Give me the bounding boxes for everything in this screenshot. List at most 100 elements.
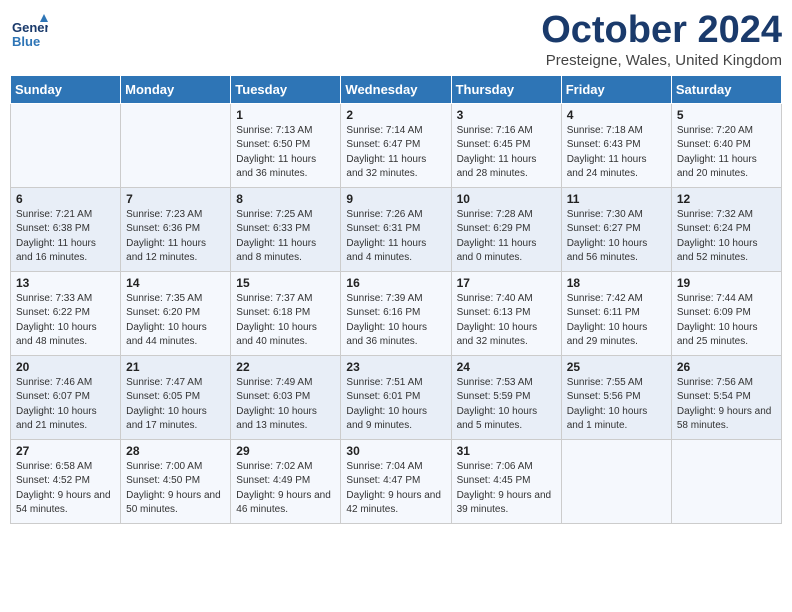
day-info: Sunrise: 7:33 AM Sunset: 6:22 PM Dayligh…	[16, 292, 115, 350]
day-number: 30	[346, 444, 445, 458]
calendar-cell: 25 Sunrise: 7:55 AM Sunset: 5:56 PM Dayli…	[561, 355, 671, 439]
day-info: Sunrise: 7:00 AM Sunset: 4:50 PM Dayligh…	[126, 460, 225, 518]
svg-text:General: General	[12, 20, 48, 35]
day-info: Sunrise: 7:37 AM Sunset: 6:18 PM Dayligh…	[236, 292, 335, 350]
day-info: Sunrise: 7:02 AM Sunset: 4:49 PM Dayligh…	[236, 460, 335, 518]
day-number: 31	[457, 444, 556, 458]
day-info: Sunrise: 7:35 AM Sunset: 6:20 PM Dayligh…	[126, 292, 225, 350]
day-info: Sunrise: 7:40 AM Sunset: 6:13 PM Dayligh…	[457, 292, 556, 350]
day-number: 23	[346, 360, 445, 374]
day-info: Sunrise: 7:32 AM Sunset: 6:24 PM Dayligh…	[677, 208, 776, 266]
weekday-header: Tuesday	[231, 75, 341, 103]
calendar-cell: 19 Sunrise: 7:44 AM Sunset: 6:09 PM Dayli…	[671, 271, 781, 355]
calendar-cell: 10Sunrise: 7:28 AM Sunset: 6:29 PM Dayli…	[451, 187, 561, 271]
day-number: 12	[677, 192, 776, 206]
calendar-cell: 31 Sunrise: 7:06 AM Sunset: 4:45 PM Dayli…	[451, 439, 561, 523]
calendar-cell: 21Sunrise: 7:47 AM Sunset: 6:05 PM Dayli…	[121, 355, 231, 439]
day-number: 16	[346, 276, 445, 290]
calendar-cell: 15 Sunrise: 7:37 AM Sunset: 6:18 PM Dayli…	[231, 271, 341, 355]
weekday-header: Thursday	[451, 75, 561, 103]
calendar-table: SundayMondayTuesdayWednesdayThursdayFrid…	[10, 75, 782, 524]
calendar-cell: 1 Sunrise: 7:13 AM Sunset: 6:50 PM Daylig…	[231, 103, 341, 187]
day-number: 7	[126, 192, 225, 206]
day-info: Sunrise: 7:26 AM Sunset: 6:31 PM Dayligh…	[346, 208, 445, 266]
day-info: Sunrise: 7:21 AM Sunset: 6:38 PM Dayligh…	[16, 208, 115, 266]
day-info: Sunrise: 7:51 AM Sunset: 6:01 PM Dayligh…	[346, 376, 445, 434]
calendar-cell	[561, 439, 671, 523]
day-number: 5	[677, 108, 776, 122]
day-info: Sunrise: 7:20 AM Sunset: 6:40 PM Dayligh…	[677, 124, 776, 182]
location-subtitle: Presteigne, Wales, United Kingdom	[541, 52, 782, 69]
calendar-cell	[121, 103, 231, 187]
day-number: 4	[567, 108, 666, 122]
day-info: Sunrise: 7:16 AM Sunset: 6:45 PM Dayligh…	[457, 124, 556, 182]
calendar-cell: 20 Sunrise: 7:46 AM Sunset: 6:07 PM Dayli…	[11, 355, 121, 439]
day-info: Sunrise: 6:58 AM Sunset: 4:52 PM Dayligh…	[16, 460, 115, 518]
day-number: 6	[16, 192, 115, 206]
day-info: Sunrise: 7:46 AM Sunset: 6:07 PM Dayligh…	[16, 376, 115, 434]
calendar-cell: 28Sunrise: 7:00 AM Sunset: 4:50 PM Dayli…	[121, 439, 231, 523]
calendar-cell: 16 Sunrise: 7:39 AM Sunset: 6:16 PM Dayli…	[341, 271, 451, 355]
day-info: Sunrise: 7:18 AM Sunset: 6:43 PM Dayligh…	[567, 124, 666, 182]
day-number: 22	[236, 360, 335, 374]
day-number: 17	[457, 276, 556, 290]
calendar-cell: 24 Sunrise: 7:53 AM Sunset: 5:59 PM Dayli…	[451, 355, 561, 439]
day-info: Sunrise: 7:04 AM Sunset: 4:47 PM Dayligh…	[346, 460, 445, 518]
day-number: 25	[567, 360, 666, 374]
day-number: 26	[677, 360, 776, 374]
calendar-cell	[671, 439, 781, 523]
day-number: 19	[677, 276, 776, 290]
calendar-cell: 14 Sunrise: 7:35 AM Sunset: 6:20 PM Dayli…	[121, 271, 231, 355]
day-number: 8	[236, 192, 335, 206]
day-info: Sunrise: 7:39 AM Sunset: 6:16 PM Dayligh…	[346, 292, 445, 350]
calendar-cell: 22 Sunrise: 7:49 AM Sunset: 6:03 PM Dayli…	[231, 355, 341, 439]
day-info: Sunrise: 7:14 AM Sunset: 6:47 PM Dayligh…	[346, 124, 445, 182]
day-info: Sunrise: 7:49 AM Sunset: 6:03 PM Dayligh…	[236, 376, 335, 434]
day-info: Sunrise: 7:42 AM Sunset: 6:11 PM Dayligh…	[567, 292, 666, 350]
weekday-header: Monday	[121, 75, 231, 103]
day-number: 11	[567, 192, 666, 206]
day-number: 3	[457, 108, 556, 122]
calendar-cell: 13 Sunrise: 7:33 AM Sunset: 6:22 PM Dayli…	[11, 271, 121, 355]
calendar-cell: 30 Sunrise: 7:04 AM Sunset: 4:47 PM Dayli…	[341, 439, 451, 523]
weekday-header: Friday	[561, 75, 671, 103]
calendar-cell: 17 Sunrise: 7:40 AM Sunset: 6:13 PM Dayli…	[451, 271, 561, 355]
calendar-cell: 12 Sunrise: 7:32 AM Sunset: 6:24 PM Dayli…	[671, 187, 781, 271]
day-number: 15	[236, 276, 335, 290]
calendar-cell: 11 Sunrise: 7:30 AM Sunset: 6:27 PM Dayli…	[561, 187, 671, 271]
logo: General Blue	[10, 10, 50, 52]
day-info: Sunrise: 7:44 AM Sunset: 6:09 PM Dayligh…	[677, 292, 776, 350]
day-number: 1	[236, 108, 335, 122]
day-info: Sunrise: 7:56 AM Sunset: 5:54 PM Dayligh…	[677, 376, 776, 434]
day-number: 14	[126, 276, 225, 290]
svg-text:Blue: Blue	[12, 34, 40, 49]
day-number: 21	[126, 360, 225, 374]
day-number: 18	[567, 276, 666, 290]
calendar-cell: 4 Sunrise: 7:18 AM Sunset: 6:43 PM Daylig…	[561, 103, 671, 187]
calendar-cell: 29 Sunrise: 7:02 AM Sunset: 4:49 PM Dayli…	[231, 439, 341, 523]
day-info: Sunrise: 7:13 AM Sunset: 6:50 PM Dayligh…	[236, 124, 335, 182]
day-number: 20	[16, 360, 115, 374]
calendar-cell: 23 Sunrise: 7:51 AM Sunset: 6:01 PM Dayli…	[341, 355, 451, 439]
logo-icon: General Blue	[10, 14, 48, 52]
day-number: 24	[457, 360, 556, 374]
day-info: Sunrise: 7:55 AM Sunset: 5:56 PM Dayligh…	[567, 376, 666, 434]
day-number: 10	[457, 192, 556, 206]
day-number: 9	[346, 192, 445, 206]
day-info: Sunrise: 7:30 AM Sunset: 6:27 PM Dayligh…	[567, 208, 666, 266]
calendar-cell: 27 Sunrise: 6:58 AM Sunset: 4:52 PM Dayli…	[11, 439, 121, 523]
day-info: Sunrise: 7:25 AM Sunset: 6:33 PM Dayligh…	[236, 208, 335, 266]
weekday-header: Saturday	[671, 75, 781, 103]
calendar-cell: 9 Sunrise: 7:26 AM Sunset: 6:31 PM Daylig…	[341, 187, 451, 271]
day-info: Sunrise: 7:53 AM Sunset: 5:59 PM Dayligh…	[457, 376, 556, 434]
calendar-cell: 7Sunrise: 7:23 AM Sunset: 6:36 PM Daylig…	[121, 187, 231, 271]
weekday-header: Sunday	[11, 75, 121, 103]
calendar-cell	[11, 103, 121, 187]
calendar-cell: 2Sunrise: 7:14 AM Sunset: 6:47 PM Daylig…	[341, 103, 451, 187]
day-number: 27	[16, 444, 115, 458]
calendar-cell: 3 Sunrise: 7:16 AM Sunset: 6:45 PM Daylig…	[451, 103, 561, 187]
title-block: October 2024 Presteigne, Wales, United K…	[541, 10, 782, 69]
day-number: 13	[16, 276, 115, 290]
day-info: Sunrise: 7:06 AM Sunset: 4:45 PM Dayligh…	[457, 460, 556, 518]
day-number: 29	[236, 444, 335, 458]
